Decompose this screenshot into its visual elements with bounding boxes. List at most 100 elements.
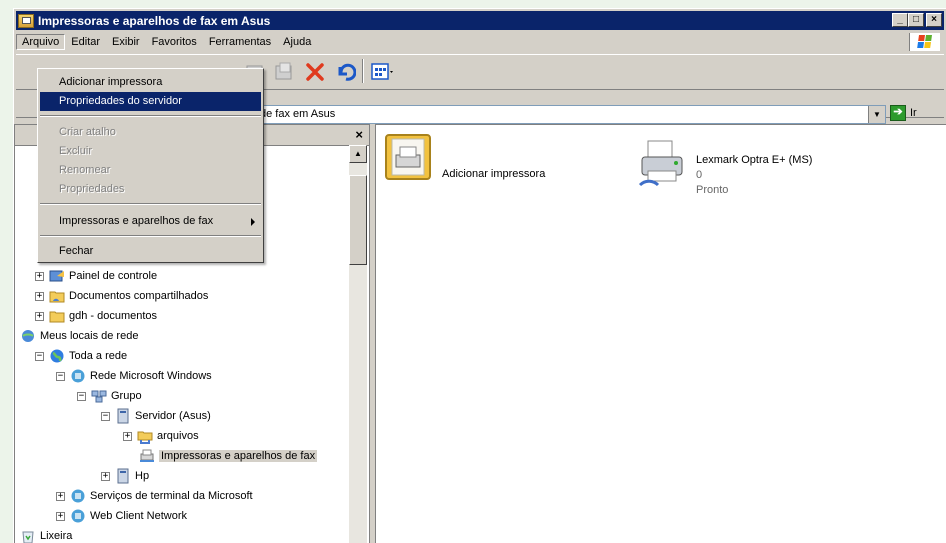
- menu-separator: [40, 235, 261, 237]
- add-printer-icon: [385, 134, 431, 180]
- go-button[interactable]: Ir: [910, 107, 917, 119]
- maximize-button[interactable]: □: [908, 13, 924, 27]
- shared-folder-icon: [49, 291, 65, 303]
- windows-network-icon: [71, 369, 85, 383]
- collapse-toggle[interactable]: −: [35, 351, 44, 361]
- file-menu-dropdown: Adicionar impressora Propriedades do ser…: [37, 68, 264, 263]
- expand-toggle[interactable]: +: [56, 491, 65, 501]
- tree-item-arquivos[interactable]: + arquivos: [123, 426, 199, 446]
- menu-ajuda[interactable]: Ajuda: [277, 34, 317, 50]
- menu-delete[interactable]: Excluir: [40, 142, 261, 161]
- menu-separator: [40, 203, 261, 205]
- expand-toggle[interactable]: +: [35, 311, 44, 321]
- scroll-up-button[interactable]: ▲: [349, 145, 367, 163]
- tree-item-gdh-documentos[interactable]: + gdh - documentos: [35, 306, 157, 326]
- tree-item-impressoras-fax[interactable]: Impressoras e aparelhos de fax: [139, 446, 318, 466]
- folders-scrollbar[interactable]: ▲ ▼: [349, 145, 367, 543]
- window-title: Impressoras e aparelhos de fax em Asus: [38, 13, 271, 28]
- expand-toggle[interactable]: +: [35, 291, 44, 301]
- menu-ferramentas[interactable]: Ferramentas: [203, 34, 277, 50]
- tree-item-servicos-terminal[interactable]: + Serviços de terminal da Microsoft: [56, 486, 253, 506]
- tree-item-label: gdh - documentos: [69, 310, 158, 322]
- printer-doc-count: 0: [696, 169, 703, 181]
- tree-item-label: arquivos: [157, 430, 199, 442]
- add-printer-item[interactable]: [384, 133, 432, 184]
- explorer-window: Impressoras e aparelhos de fax em Asus _…: [13, 8, 946, 543]
- menu-create-shortcut[interactable]: Criar atalho: [40, 123, 261, 142]
- printers-folder-icon: [18, 13, 34, 28]
- expand-toggle[interactable]: +: [56, 511, 65, 521]
- recycle-bin-icon: [22, 531, 34, 543]
- tree-item-label: Servidor (Asus): [135, 410, 211, 422]
- tree-item-label: Meus locais de rede: [40, 330, 139, 342]
- expand-toggle[interactable]: +: [101, 471, 110, 481]
- undo-icon[interactable]: [334, 61, 356, 83]
- web-client-icon: [71, 509, 85, 523]
- scroll-thumb[interactable]: [349, 175, 367, 265]
- tree-item-grupo[interactable]: − Grupo: [77, 386, 142, 406]
- tree-item-painel-de-controle[interactable]: + Painel de controle: [35, 266, 157, 286]
- collapse-toggle[interactable]: −: [101, 411, 110, 421]
- computer-icon: [117, 408, 129, 424]
- menu-editar[interactable]: Editar: [65, 34, 106, 50]
- tree-item-web-client-network[interactable]: + Web Client Network: [56, 506, 187, 526]
- tree-item-servidor-asus[interactable]: − Servidor (Asus): [101, 406, 211, 426]
- tree-item-label: Toda a rede: [69, 350, 128, 362]
- tree-item-meus-locais-de-rede[interactable]: Meus locais de rede: [20, 326, 138, 346]
- folder-icon: [49, 311, 65, 323]
- go-arrow-icon[interactable]: ➔: [890, 105, 906, 121]
- contents-pane: Adicionar impressora Lexmark Optra E+ (M…: [375, 124, 946, 543]
- menu-close[interactable]: Fechar: [40, 242, 261, 261]
- menu-properties[interactable]: Propriedades: [40, 180, 261, 199]
- menu-rename[interactable]: Renomear: [40, 161, 261, 180]
- collapse-toggle[interactable]: −: [77, 391, 86, 401]
- tree-item-lixeira[interactable]: Lixeira: [20, 526, 72, 543]
- tree-item-label: Web Client Network: [90, 510, 187, 522]
- address-text: de fax em Asus: [260, 108, 336, 120]
- address-dropdown-button[interactable]: ▼: [868, 106, 885, 123]
- printer-name[interactable]: Lexmark Optra E+ (MS): [696, 154, 812, 166]
- printers-folder-icon: [140, 449, 154, 462]
- expand-toggle[interactable]: +: [35, 271, 44, 281]
- printer-status: Pronto: [696, 184, 729, 196]
- title-bar[interactable]: Impressoras e aparelhos de fax em Asus _…: [16, 11, 944, 30]
- menu-exibir[interactable]: Exibir: [106, 34, 146, 50]
- tree-item-documentos-compartilhados[interactable]: + Documentos compartilhados: [35, 286, 208, 306]
- menu-add-printer[interactable]: Adicionar impressora: [40, 73, 261, 92]
- delete-icon[interactable]: [304, 61, 326, 83]
- tree-item-label: Hp: [135, 470, 150, 482]
- network-places-icon: [22, 330, 34, 342]
- copy-to-icon[interactable]: [273, 61, 295, 83]
- terminal-services-icon: [71, 489, 85, 503]
- menu-printers-fax-label: Impressoras e aparelhos de fax: [59, 215, 214, 227]
- computer-icon: [117, 468, 129, 484]
- tree-item-toda-a-rede[interactable]: − Toda a rede: [35, 346, 127, 366]
- menu-server-properties[interactable]: Propriedades do servidor: [40, 92, 261, 111]
- views-icon[interactable]: [370, 61, 396, 83]
- tree-item-rede-microsoft-windows[interactable]: − Rede Microsoft Windows: [56, 366, 212, 386]
- collapse-toggle[interactable]: −: [56, 371, 65, 381]
- tree-item-label: Painel de controle: [69, 270, 158, 282]
- tree-item-label: Documentos compartilhados: [69, 290, 209, 302]
- menu-arquivo[interactable]: Arquivo: [16, 34, 66, 50]
- menu-separator: [40, 115, 261, 117]
- submenu-arrow-icon: [251, 218, 255, 226]
- control-panel-icon: [49, 270, 64, 282]
- menu-favoritos[interactable]: Favoritos: [146, 34, 203, 50]
- network-share-icon: [137, 431, 153, 444]
- printer-icon: [638, 140, 683, 187]
- add-printer-label[interactable]: Adicionar impressora: [442, 168, 545, 180]
- workgroup-icon: [91, 390, 107, 403]
- printer-item[interactable]: [638, 139, 686, 190]
- menu-bar: Arquivo Editar Exibir Favoritos Ferramen…: [16, 32, 944, 52]
- tree-item-hp[interactable]: + Hp: [101, 466, 149, 486]
- windows-logo-icon: [909, 33, 940, 51]
- entire-network-icon: [50, 349, 64, 363]
- folders-close-button[interactable]: ×: [355, 127, 363, 142]
- expand-toggle[interactable]: +: [123, 431, 132, 441]
- minimize-button[interactable]: _: [892, 13, 908, 27]
- tree-item-label: Serviços de terminal da Microsoft: [90, 490, 253, 502]
- menu-printers-fax[interactable]: Impressoras e aparelhos de fax: [40, 212, 261, 231]
- tree-item-label: Rede Microsoft Windows: [90, 370, 212, 382]
- close-button[interactable]: ×: [926, 13, 942, 27]
